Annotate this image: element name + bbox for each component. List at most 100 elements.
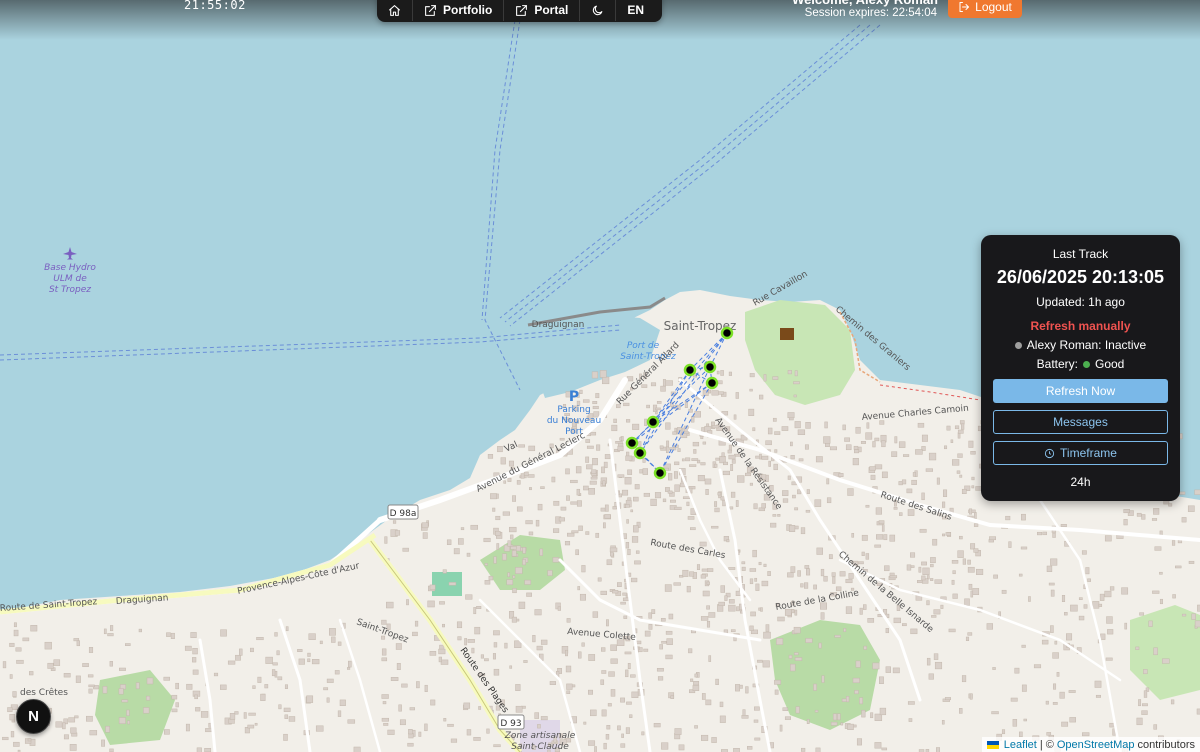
building [950, 439, 954, 443]
building [717, 380, 723, 385]
building [526, 592, 532, 597]
building [608, 671, 615, 677]
building [691, 416, 695, 423]
building [601, 670, 607, 674]
building [595, 532, 600, 538]
building [829, 446, 837, 451]
gps-point-marker[interactable] [646, 415, 660, 429]
osm-link[interactable]: OpenStreetMap [1057, 739, 1135, 751]
building [885, 666, 891, 673]
building [536, 645, 543, 651]
building [661, 742, 669, 750]
building [730, 464, 734, 471]
building [471, 647, 475, 654]
building [933, 653, 939, 660]
building [735, 500, 739, 507]
building [337, 641, 342, 646]
building [666, 440, 670, 448]
building [86, 715, 93, 722]
building [747, 746, 753, 750]
building [891, 451, 898, 457]
building [125, 643, 131, 646]
building [728, 567, 736, 570]
gps-point-marker[interactable] [653, 466, 667, 480]
gps-point-marker[interactable] [703, 360, 717, 374]
building [540, 486, 545, 489]
nav-theme-toggle[interactable] [580, 0, 617, 21]
gps-point-marker[interactable] [683, 363, 697, 377]
building [1001, 589, 1007, 594]
road-shield-d93: D 93 [497, 714, 525, 730]
building [832, 713, 838, 721]
parking-icon: P [569, 389, 579, 405]
building [754, 737, 761, 741]
building [407, 742, 414, 747]
building [525, 520, 533, 525]
last-track-datetime: 26/06/2025 20:13:05 [996, 267, 1165, 287]
building [794, 609, 798, 616]
building [967, 559, 971, 565]
messages-button[interactable]: Messages [993, 410, 1168, 434]
building [609, 547, 618, 553]
building [620, 743, 626, 748]
building [781, 426, 789, 431]
building [759, 394, 764, 400]
building [396, 663, 401, 670]
building [724, 595, 728, 601]
building [845, 578, 853, 584]
building [506, 579, 514, 586]
building [800, 583, 804, 588]
gps-point-marker[interactable] [720, 326, 734, 340]
building [1159, 571, 1163, 575]
nextjs-badge[interactable]: N [16, 699, 51, 734]
gps-point-marker[interactable] [633, 446, 647, 460]
building [854, 690, 859, 695]
gps-point-marker[interactable] [625, 436, 639, 450]
building [754, 706, 760, 711]
building [1018, 573, 1023, 577]
building [331, 636, 336, 643]
timeframe-button[interactable]: Timeframe [993, 441, 1168, 465]
building [665, 380, 673, 386]
refresh-now-button[interactable]: Refresh Now [993, 379, 1168, 403]
building [272, 662, 278, 666]
building [1054, 640, 1058, 645]
nav-home[interactable] [377, 0, 413, 21]
nav-portfolio[interactable]: Portfolio [413, 0, 505, 21]
building [627, 663, 631, 670]
gps-point-marker[interactable] [705, 376, 719, 390]
building [138, 628, 142, 633]
building [694, 411, 701, 418]
building [583, 721, 587, 725]
building [650, 498, 657, 506]
building [946, 425, 951, 431]
clock: 21:55:02 [184, 0, 246, 12]
updated-ago: Updated: 1h ago [1036, 295, 1125, 309]
building [166, 632, 171, 637]
building [495, 515, 501, 521]
building [792, 494, 796, 499]
nav-language[interactable]: EN [616, 0, 655, 21]
building [319, 640, 323, 645]
building [777, 514, 781, 517]
building [720, 370, 724, 376]
building [599, 370, 607, 378]
building [711, 525, 719, 529]
building [102, 686, 108, 694]
building [973, 523, 979, 527]
building [774, 679, 782, 685]
building [429, 651, 437, 656]
building [13, 622, 17, 628]
building [602, 480, 606, 486]
building [512, 495, 516, 502]
building [121, 699, 129, 703]
building [971, 476, 975, 481]
building [522, 547, 526, 554]
building [630, 674, 636, 678]
building [921, 561, 927, 566]
building [672, 431, 677, 435]
logout-button[interactable]: Logout [948, 0, 1022, 18]
leaflet-link[interactable]: Leaflet [1004, 739, 1037, 751]
nav-portal[interactable]: Portal [504, 0, 581, 21]
building [1052, 702, 1058, 705]
